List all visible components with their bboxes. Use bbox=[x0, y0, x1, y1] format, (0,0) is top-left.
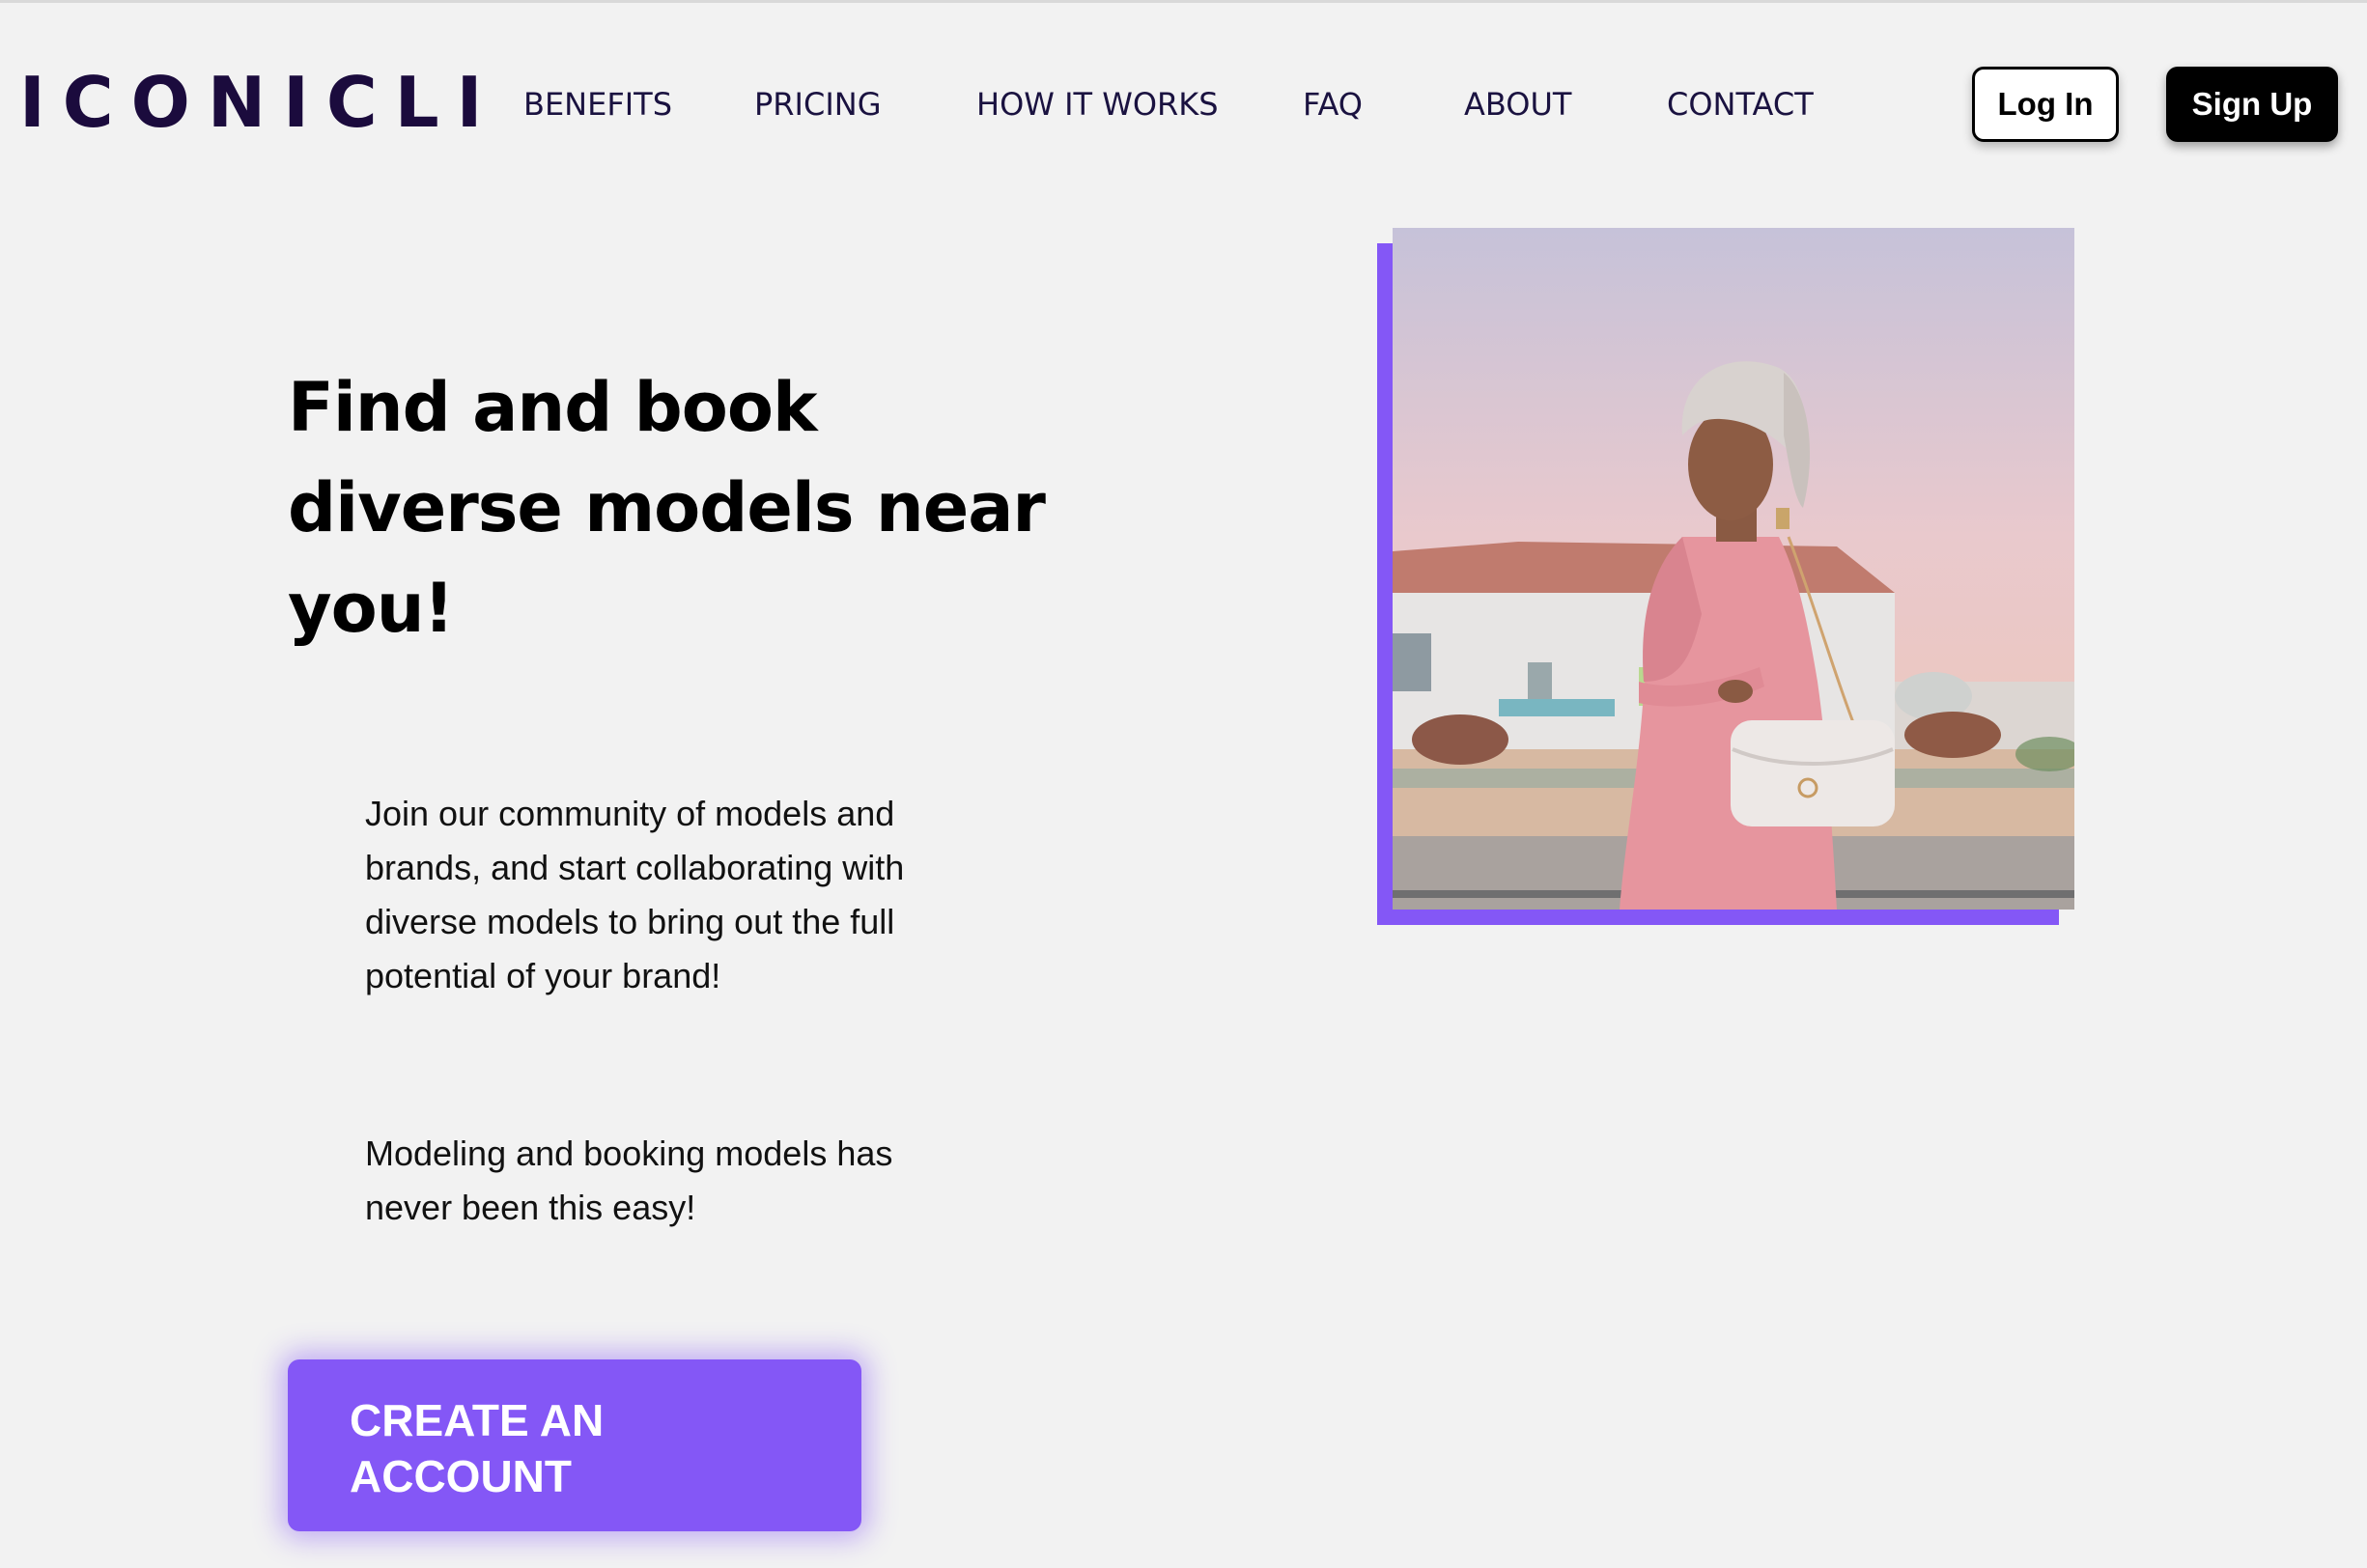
nav-about[interactable]: ABOUT bbox=[1464, 83, 1571, 126]
nav-benefits[interactable]: BENEFITS bbox=[523, 83, 672, 126]
nav-pricing[interactable]: PRICING bbox=[754, 83, 881, 126]
top-border bbox=[0, 0, 2367, 3]
signup-button[interactable]: Sign Up bbox=[2166, 67, 2338, 142]
create-account-label: CREATE AN ACCOUNT bbox=[350, 1395, 605, 1501]
model-photo bbox=[1393, 228, 2074, 910]
hero-description: Join our community of models and brands,… bbox=[365, 794, 905, 995]
hero-title: Find and book diverse models near you! bbox=[288, 368, 1046, 648]
brand-logo[interactable]: ICONICLI bbox=[19, 60, 499, 145]
hero-tagline: Modeling and booking models has never be… bbox=[365, 1134, 893, 1227]
nav-contact[interactable]: CONTACT bbox=[1667, 83, 1814, 126]
model-photo-illustration bbox=[1393, 228, 2074, 910]
nav-how-it-works[interactable]: HOW IT WORKS bbox=[976, 83, 1219, 126]
create-account-button[interactable]: CREATE AN ACCOUNT bbox=[288, 1359, 861, 1531]
nav-faq[interactable]: FAQ bbox=[1303, 83, 1363, 126]
login-button[interactable]: Log In bbox=[1972, 67, 2119, 142]
